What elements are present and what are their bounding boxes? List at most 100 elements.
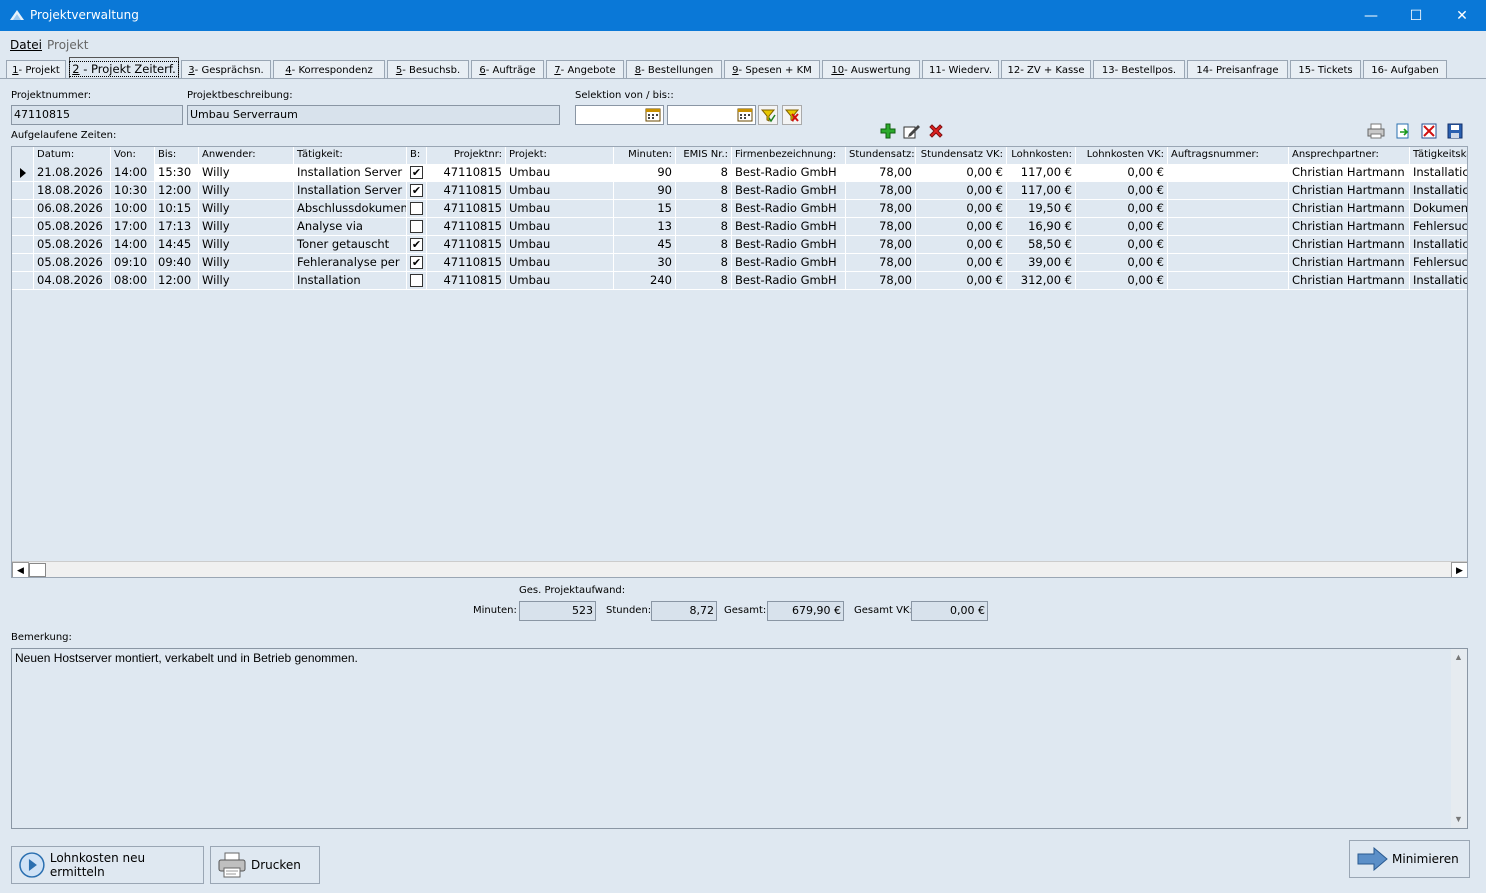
checkbox-checked[interactable]: ✔ [410,238,423,251]
cell-projektnr[interactable]: 47110815 [427,236,506,254]
cell-projektnr[interactable]: 47110815 [427,272,506,290]
menu-projekt[interactable]: Projekt [47,38,88,52]
cell-bis[interactable]: 17:13 [155,218,199,236]
cell-auftragsnummer[interactable] [1168,236,1289,254]
cell-stundensatz-vk[interactable]: 0,00 € [916,200,1007,218]
cell-emis-nr[interactable]: 8 [676,254,732,272]
cell-projekt[interactable]: Umbau [506,200,614,218]
bemerkung-textarea[interactable]: Neuen Hostserver montiert, verkabelt und… [11,648,1468,829]
print-icon[interactable] [1366,121,1386,141]
cell-auftragsnummer[interactable] [1168,200,1289,218]
cell-bis[interactable]: 14:45 [155,236,199,254]
cell-taetigkeit[interactable]: Analyse via [294,218,407,236]
header-auftragsnummer[interactable]: Auftragsnummer: [1168,147,1289,164]
cell-anwender[interactable]: Willy [199,182,294,200]
cell-stundensatz[interactable]: 78,00 [846,218,916,236]
cell-firmenbezeichnung[interactable]: Best-Radio GmbH [732,182,846,200]
scroll-left-icon[interactable]: ◀ [12,562,29,577]
cell-von[interactable]: 14:00 [111,236,155,254]
cell-lohnkosten-vk[interactable]: 0,00 € [1076,164,1168,182]
table-row[interactable]: 05.08.2026 17:00 17:13 Willy Analyse via 4711… [12,218,1467,236]
cell-minuten[interactable]: 90 [614,182,676,200]
header-anwender[interactable]: Anwender: [199,147,294,164]
cell-lohnkosten[interactable]: 117,00 € [1007,182,1076,200]
cell-auftragsnummer[interactable] [1168,218,1289,236]
cell-anwender[interactable]: Willy [199,236,294,254]
cell-stundensatz[interactable]: 78,00 [846,254,916,272]
tab-gespraechsn[interactable]: 3 - Gesprächsn. [181,60,271,79]
cell-ansprechpartner[interactable]: Christian Hartmann [1289,254,1410,272]
cell-emis-nr[interactable]: 8 [676,272,732,290]
cell-stundensatz[interactable]: 78,00 [846,236,916,254]
cell-emis-nr[interactable]: 8 [676,182,732,200]
header-projektnr[interactable]: Projektnr: [427,147,506,164]
header-projekt[interactable]: Projekt: [506,147,614,164]
header-b[interactable]: B: [407,147,427,164]
checkbox-checked[interactable]: ✔ [410,166,423,179]
header-datum[interactable]: Datum: [34,147,111,164]
scroll-up-icon[interactable]: ▲ [1454,652,1463,662]
cell-projekt[interactable]: Umbau [506,164,614,182]
cell-taetigkeit[interactable]: Installation Server [294,164,407,182]
cell-bis[interactable]: 12:00 [155,182,199,200]
cell-lohnkosten[interactable]: 117,00 € [1007,164,1076,182]
cell-taetigkeitskategorie[interactable]: Fehlersucl [1410,218,1467,236]
cell-bis[interactable]: 09:40 [155,254,199,272]
row-indicator[interactable] [12,254,34,272]
cell-projektnr[interactable]: 47110815 [427,182,506,200]
tab-wiederv[interactable]: 11 - Wiederv. [922,60,999,79]
cell-minuten[interactable]: 30 [614,254,676,272]
row-indicator[interactable] [12,218,34,236]
cell-lohnkosten-vk[interactable]: 0,00 € [1076,200,1168,218]
drucken-button[interactable]: Drucken [210,846,320,884]
header-emis-nr[interactable]: EMIS Nr.: [676,147,732,164]
cell-von[interactable]: 09:10 [111,254,155,272]
maximize-window-button[interactable]: ☐ [1393,0,1439,31]
cell-projekt[interactable]: Umbau [506,254,614,272]
scroll-thumb[interactable] [29,563,46,577]
cell-auftragsnummer[interactable] [1168,272,1289,290]
cell-firmenbezeichnung[interactable]: Best-Radio GmbH [732,164,846,182]
cell-taetigkeit[interactable]: Abschlussdokumen [294,200,407,218]
menu-datei[interactable]: Datei [10,38,42,52]
cell-lohnkosten[interactable]: 19,50 € [1007,200,1076,218]
tab-bestellpos[interactable]: 13 - Bestellpos. [1093,60,1185,79]
row-indicator[interactable] [12,272,34,290]
cell-taetigkeit[interactable]: Installation Server [294,182,407,200]
cell-ansprechpartner[interactable]: Christian Hartmann [1289,164,1410,182]
cell-projektnr[interactable]: 47110815 [427,200,506,218]
cell-projekt[interactable]: Umbau [506,182,614,200]
delete-entry-icon[interactable] [926,121,946,141]
calendar-to-icon[interactable] [735,105,755,125]
cell-stundensatz[interactable]: 78,00 [846,200,916,218]
cell-anwender[interactable]: Willy [199,254,294,272]
tab-preisanfrage[interactable]: 14 - Preisanfrage [1187,60,1288,79]
tab-projekt-zeiterf[interactable]: 2 - Projekt Zeiterf. [69,57,179,79]
cell-datum[interactable]: 05.08.2026 [34,254,111,272]
cell-auftragsnummer[interactable] [1168,164,1289,182]
cell-auftragsnummer[interactable] [1168,254,1289,272]
header-stundensatz-vk[interactable]: Stundensatz VK: [916,147,1007,164]
cell-stundensatz[interactable]: 78,00 [846,164,916,182]
cell-minuten[interactable]: 15 [614,200,676,218]
cell-projekt[interactable]: Umbau [506,272,614,290]
cell-firmenbezeichnung[interactable]: Best-Radio GmbH [732,236,846,254]
tab-bestellungen[interactable]: 8 - Bestellungen [626,60,722,79]
lohnkosten-neu-ermitteln-button[interactable]: Lohnkosten neu ermitteln [11,846,204,884]
cell-minuten[interactable]: 90 [614,164,676,182]
cell-taetigkeitskategorie[interactable]: Installatic [1410,182,1467,200]
cell-minuten[interactable]: 45 [614,236,676,254]
cell-datum[interactable]: 18.08.2026 [34,182,111,200]
cell-lohnkosten-vk[interactable]: 0,00 € [1076,254,1168,272]
tab-auswertung[interactable]: 10 - Auswertung [822,60,920,79]
cell-lohnkosten[interactable]: 58,50 € [1007,236,1076,254]
checkbox-unchecked[interactable] [410,220,423,233]
checkbox-checked[interactable]: ✔ [410,184,423,197]
cell-taetigkeitskategorie[interactable]: Installatic [1410,236,1467,254]
cell-datum[interactable]: 21.08.2026 [34,164,111,182]
cell-bis[interactable]: 12:00 [155,272,199,290]
table-row[interactable]: 04.08.2026 08:00 12:00 Willy Installation 471… [12,272,1467,290]
cell-lohnkosten-vk[interactable]: 0,00 € [1076,182,1168,200]
projektnummer-field[interactable]: 47110815 [11,105,183,125]
edit-entry-icon[interactable] [902,121,922,141]
